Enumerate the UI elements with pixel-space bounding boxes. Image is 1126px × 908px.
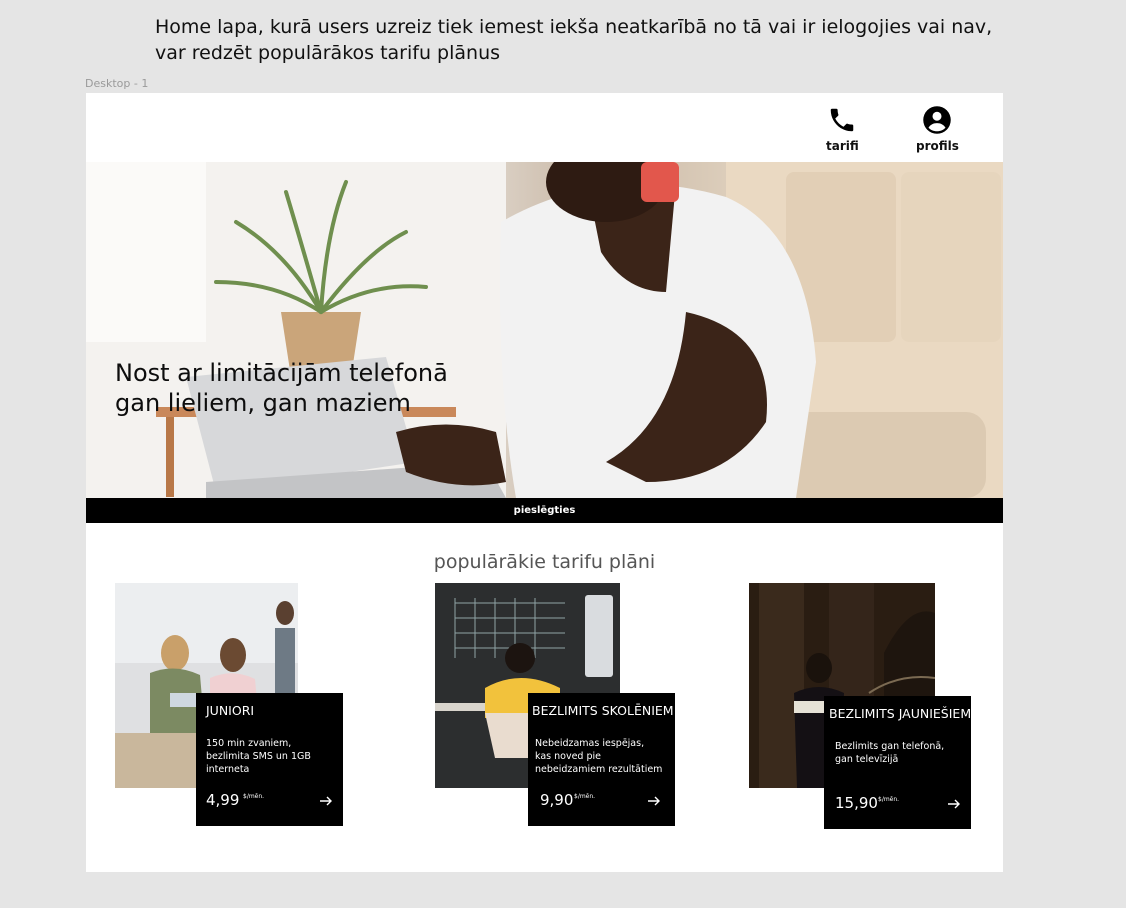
plan-price: 4,99 [206,791,240,809]
plan-name: JUNIORI [206,703,255,718]
connect-button[interactable]: pieslēgties [86,498,1003,523]
plan-price: 15,90 [835,794,878,812]
frame-label: Desktop - 1 [85,77,149,90]
hero-banner: Nost ar limitācijām telefonā gan lieliem… [86,162,1003,498]
plan-name: BEZLIMITS JAUNIEŠIEM [829,706,972,721]
plan-price-unit: $/mēn. [574,793,596,800]
plan-description: Bezlimits gan telefonā, gan televīzijā [835,741,945,765]
annotation-line-2: var redzēt populārākos tarifu plānus [155,42,501,64]
nav-profils-label: profils [916,139,959,153]
arrow-right-icon[interactable] [947,797,961,811]
top-bar: tarifi profils [86,93,1003,162]
hero-photo [86,162,1003,498]
hero-title-line-2: gan lieliem, gan maziem [115,389,411,417]
plan-card-juniori[interactable]: JUNIORI 150 min zvaniem, bezlimita SMS u… [196,693,343,826]
phone-icon [831,108,854,132]
plan-price: 9,90 [540,791,574,809]
plans-heading: populārākie tarifu plāni [433,551,656,573]
plan-description: Nebeidzamas iespējas, kas noved pie nebe… [535,738,663,775]
plan-price-unit: $/mēn. [878,796,900,803]
plan-description: 150 min zvaniem, bezlimita SMS un 1GB in… [206,738,311,775]
plan-card-bezlimits-jauniesiem[interactable]: BEZLIMITS JAUNIEŠIEM Bezlimits gan telef… [824,696,971,829]
desktop-frame: tarifi profils Nost ar limitācijām telef… [86,93,1003,872]
user-circle-icon [923,106,952,134]
hero-title: Nost ar limitācijām telefonā gan lieliem… [115,358,495,418]
plan-card-bezlimits-skoleniem[interactable]: BEZLIMITS SKOLĒNIEM Nebeidzamas iespējas… [528,693,675,826]
plan-name: BEZLIMITS SKOLĒNIEM [532,703,674,718]
annotation-text: Home lapa, kurā users uzreiz tiek iemest… [155,14,995,66]
plan-price-unit: $/mēn. [243,793,265,800]
nav-tarifi-button[interactable]: tarifi [826,105,859,153]
annotation-line-1: Home lapa, kurā users uzreiz tiek iemest… [155,16,993,38]
nav-tarifi-label: tarifi [826,139,859,153]
nav-profils-button[interactable]: profils [916,105,959,153]
arrow-right-icon[interactable] [647,794,661,808]
hero-title-line-1: Nost ar limitācijām telefonā [115,359,448,387]
arrow-right-icon[interactable] [319,794,333,808]
